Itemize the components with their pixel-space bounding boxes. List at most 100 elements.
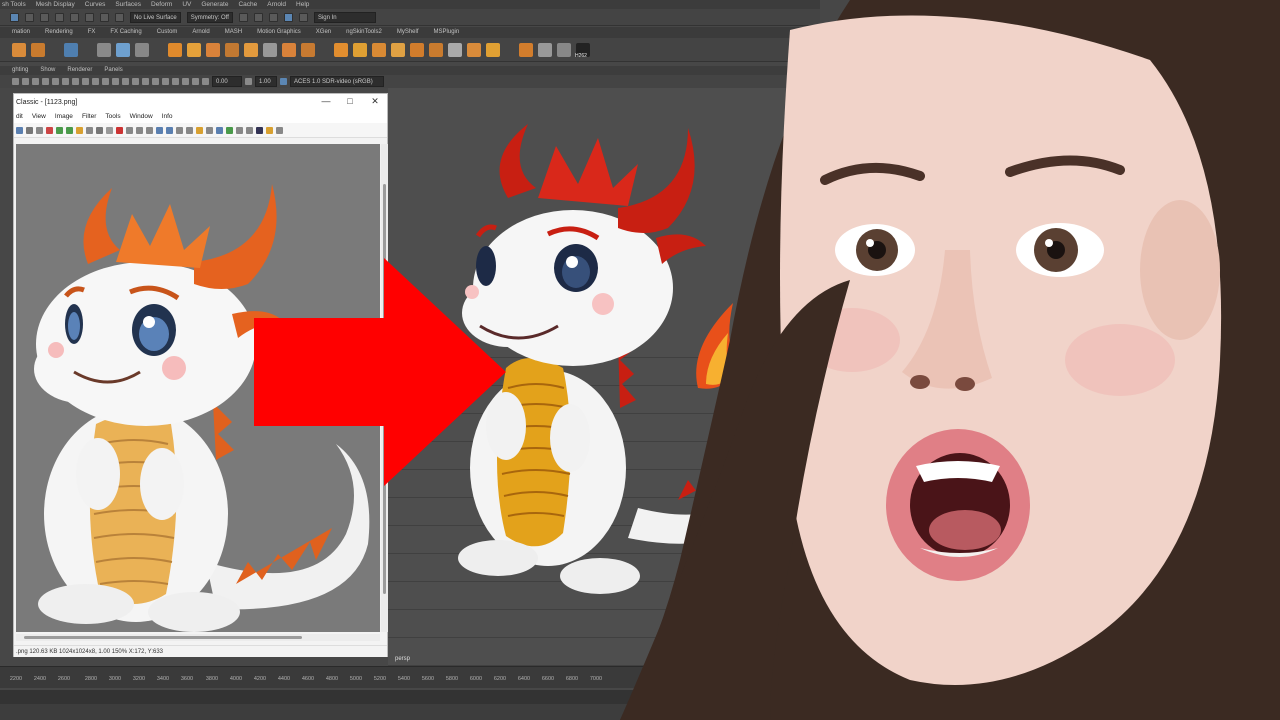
shelf-tab[interactable]: XGen [316, 27, 331, 38]
select-mode-icon[interactable] [10, 12, 19, 22]
zoom-fit-icon[interactable] [146, 126, 153, 134]
xray-icon[interactable] [132, 78, 139, 85]
gate-icon[interactable] [192, 78, 199, 85]
deform-icon[interactable] [486, 42, 500, 57]
gamma-field[interactable]: 1.00 [255, 76, 277, 87]
deform-icon[interactable] [391, 42, 405, 57]
aa-icon[interactable] [112, 78, 119, 85]
filter-icon[interactable] [206, 126, 213, 134]
resize-icon[interactable] [186, 126, 193, 134]
delete-icon[interactable] [46, 126, 53, 134]
deform-icon[interactable] [372, 42, 386, 57]
viewer-menu-item[interactable]: Image [55, 110, 73, 123]
close-icon[interactable]: ✕ [369, 96, 381, 107]
shelf-tab[interactable]: Custom [157, 27, 178, 38]
field-icon[interactable] [135, 42, 149, 57]
viewer-menu-item[interactable]: Filter [82, 110, 96, 123]
viewer-menu-item[interactable]: View [32, 110, 46, 123]
exposure-icon[interactable] [202, 78, 209, 85]
shadow-icon[interactable] [92, 78, 99, 85]
minimize-icon[interactable]: — [320, 96, 332, 106]
mash-icon[interactable] [187, 42, 201, 57]
gamma-icon[interactable] [245, 78, 252, 85]
screen-icon[interactable] [256, 126, 263, 134]
color-management-icon[interactable] [280, 78, 287, 85]
more-icon[interactable] [276, 126, 283, 134]
info-icon[interactable] [216, 126, 223, 134]
emitter-icon[interactable] [97, 42, 111, 57]
deform-icon[interactable] [448, 42, 462, 57]
ruler-icon[interactable] [538, 42, 552, 57]
camera-icon[interactable] [12, 78, 19, 85]
text-icon[interactable] [12, 42, 26, 57]
mash-icon[interactable] [263, 42, 277, 57]
shelf-tab[interactable]: Rendering [45, 27, 73, 38]
menu-item[interactable]: Deform [151, 0, 172, 9]
live-surface-field[interactable]: No Live Surface [130, 11, 181, 23]
menu-item[interactable]: Curves [85, 0, 106, 9]
shelf-tab[interactable]: Motion Graphics [257, 27, 301, 38]
shelf-tab[interactable]: MASH [225, 27, 242, 38]
grid-icon[interactable] [64, 42, 78, 57]
print-icon[interactable] [246, 126, 253, 134]
menu-item[interactable]: UV [182, 0, 191, 9]
texture-icon[interactable] [72, 78, 79, 85]
viewer-menu-item[interactable]: dit [16, 110, 23, 123]
rotate-left-icon[interactable] [156, 126, 163, 134]
shelf-tab[interactable]: mation [12, 27, 30, 38]
mash-icon[interactable] [206, 42, 220, 57]
magnet-icon[interactable] [115, 12, 124, 22]
save-icon[interactable] [26, 126, 33, 134]
viewer-menu-item[interactable]: Info [162, 110, 173, 123]
print-icon[interactable] [36, 126, 43, 134]
light-icon[interactable] [82, 78, 89, 85]
symmetry-dropdown[interactable]: Symmetry: Off [186, 11, 233, 23]
gate-icon[interactable] [182, 78, 189, 85]
ao-icon[interactable] [102, 78, 109, 85]
panel-menu-item[interactable]: ghting [12, 66, 28, 75]
menu-item[interactable]: Generate [201, 0, 228, 9]
wireframe-icon[interactable] [52, 78, 59, 85]
isolate-icon[interactable] [122, 78, 129, 85]
magnet-icon[interactable] [85, 12, 94, 22]
rotate-right-icon[interactable] [166, 126, 173, 134]
camera-icon[interactable] [32, 78, 39, 85]
svg-icon[interactable] [31, 42, 45, 57]
ruler-icon[interactable] [557, 42, 571, 57]
browser-icon[interactable] [76, 126, 83, 134]
mash-icon[interactable] [168, 42, 182, 57]
deform-icon[interactable] [334, 42, 348, 57]
panel-menu-item[interactable]: Renderer [67, 66, 92, 75]
shelf-tab[interactable]: ngSkinTools2 [346, 27, 382, 38]
menu-item[interactable]: Arnold [267, 0, 286, 9]
shelf-tab[interactable]: MyShelf [397, 27, 419, 38]
render-icon[interactable] [268, 12, 278, 22]
particle-icon[interactable] [116, 42, 130, 57]
panel-menu-item[interactable]: Panels [104, 66, 122, 75]
shelf-tab[interactable]: MSPlugin [434, 27, 460, 38]
component-mode-icon[interactable] [25, 12, 34, 22]
menu-item[interactable]: Surfaces [115, 0, 141, 9]
render-icon[interactable] [238, 12, 248, 22]
deform-icon[interactable] [467, 42, 481, 57]
compare-icon[interactable] [236, 126, 243, 134]
zoom-out-icon[interactable] [136, 126, 143, 134]
deform-icon[interactable] [410, 42, 424, 57]
hud-icon[interactable] [162, 78, 169, 85]
settings-icon[interactable] [106, 126, 113, 134]
colorspace-dropdown[interactable]: ACES 1.0 SDR-video (sRGB) [290, 76, 384, 87]
export-icon[interactable] [226, 126, 233, 134]
pause-icon[interactable] [298, 12, 308, 22]
prev-icon[interactable] [56, 126, 63, 134]
mash-icon[interactable] [301, 42, 315, 57]
xray-icon[interactable] [142, 78, 149, 85]
deform-icon[interactable] [353, 42, 367, 57]
menu-item[interactable]: Mesh Display [36, 0, 75, 9]
color-icon[interactable] [116, 126, 123, 134]
shelf-tab[interactable]: Arnold [192, 27, 209, 38]
horizontal-scrollbar[interactable] [16, 634, 380, 641]
shelf-tab[interactable]: FX [88, 27, 96, 38]
exposure-field[interactable]: 0.00 [212, 76, 242, 87]
open-icon[interactable] [16, 126, 23, 134]
zoom-in-icon[interactable] [126, 126, 133, 134]
